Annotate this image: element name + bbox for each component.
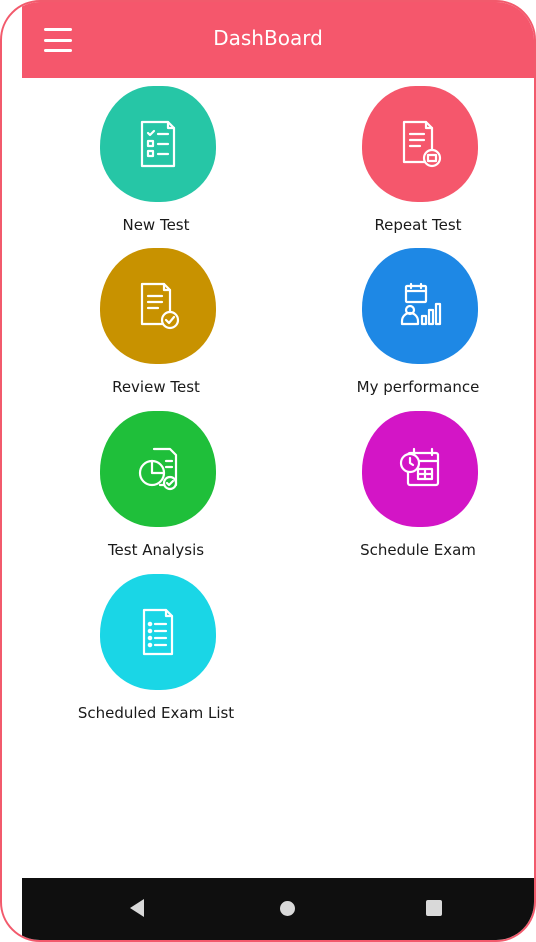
tile-my-performance[interactable]: My performance (308, 248, 528, 408)
tile-review-test[interactable]: Review Test (46, 248, 266, 408)
tile-new-test[interactable]: New Test (46, 86, 266, 246)
scheduled-exam-list-badge (100, 574, 216, 690)
document-check-icon (140, 282, 180, 330)
schedule-exam-badge (362, 411, 478, 527)
performance-chart-icon (400, 282, 442, 326)
tile-scheduled-exam-list[interactable]: Scheduled Exam List (46, 574, 266, 734)
tile-schedule-exam[interactable]: Schedule Exam (308, 411, 528, 571)
recent-apps-square-icon[interactable] (426, 900, 442, 916)
new-test-badge (100, 86, 216, 202)
tile-label: Repeat Test (374, 216, 462, 234)
system-nav-bar (22, 878, 534, 940)
test-analysis-badge (100, 411, 216, 527)
tile-label: Test Analysis (107, 541, 205, 559)
page-title: DashBoard (213, 26, 323, 50)
tile-label: Review Test (112, 378, 200, 396)
checklist-document-icon (140, 120, 176, 168)
app-bar: DashBoard (22, 2, 534, 78)
tile-test-analysis[interactable]: Test Analysis (46, 411, 266, 571)
calendar-clock-icon (399, 447, 440, 487)
my-performance-badge (362, 248, 478, 364)
home-circle-icon[interactable] (280, 901, 295, 916)
tile-repeat-test[interactable]: Repeat Test (308, 86, 528, 246)
list-document-icon (142, 608, 174, 656)
tile-label: My performance (356, 378, 480, 396)
tile-label: Schedule Exam (360, 541, 476, 559)
review-test-badge (100, 248, 216, 364)
back-triangle-icon[interactable] (130, 899, 144, 917)
tile-label: Scheduled Exam List (77, 704, 235, 722)
dashboard-grid: New Test Repeat Test Review Test My perf… (22, 78, 534, 878)
pie-chart-document-icon (138, 447, 178, 491)
tile-label: New Test (122, 216, 190, 234)
repeat-test-badge (362, 86, 478, 202)
phone-frame: DashBoard New Test Repeat Test Review Te… (0, 0, 536, 942)
document-repeat-icon (402, 120, 442, 168)
